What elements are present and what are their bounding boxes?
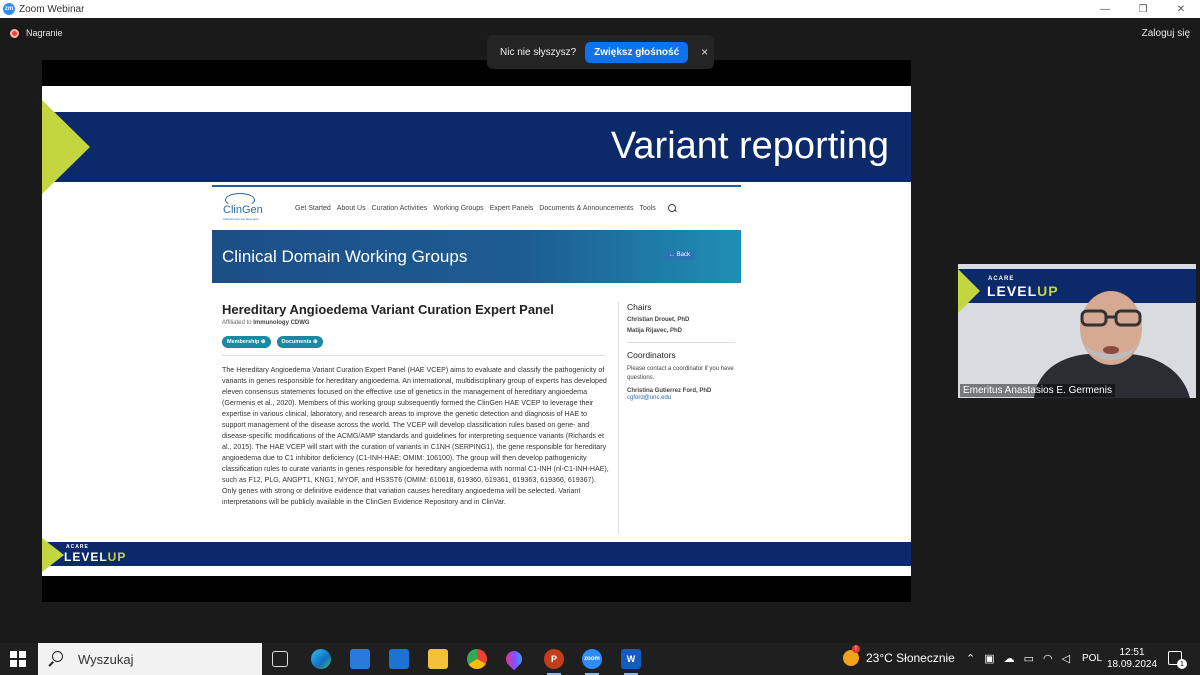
notification-badge: 1 [1177,659,1187,669]
device-icon[interactable]: ▣ [984,652,994,665]
search-placeholder: Wyszukaj [78,651,134,667]
notification-center-icon[interactable]: 1 [1168,651,1187,669]
back-button[interactable]: ← Back [664,250,696,260]
recording-indicator[interactable]: Nagranie [10,28,63,38]
footer-level-text: LEVEL [64,550,108,564]
system-tray: ⌃ ▣ ☁ ▭ ◠ ◁ [966,652,1079,665]
task-view-icon[interactable] [272,651,288,667]
chairs-heading: Chairs [627,302,652,312]
chevron-decoration-icon [958,269,980,313]
divider [222,355,605,356]
footer-levelup-logo: LEVELUP [64,550,126,564]
webpage-nav: ClinGen Clinical Genome Resource Get Sta… [212,187,741,229]
mail-icon[interactable] [389,649,409,669]
audio-notification-text: Nic nie słyszysz? [500,46,577,58]
chevron-decoration-icon [42,100,90,194]
chair-name: Christian Drouet, PhD [627,317,690,323]
powerpoint-icon[interactable]: P [544,649,564,669]
affiliation: Affiliated to Immunology CDWG [222,320,310,326]
logo-subtext: Clinical Genome Resource [223,217,259,221]
screen-share-area: Variant reporting ClinGen Clinical Genom… [42,60,911,602]
clock[interactable]: 12:51 18.09.2024 [1106,647,1158,671]
windows-start-icon[interactable] [10,651,26,667]
clock-time: 12:51 [1119,647,1145,658]
nav-item[interactable]: Documents & Announcements [539,205,633,212]
documents-button[interactable]: Documents ⊕ [276,336,323,348]
video-acare-text: ACARE [988,276,1015,282]
column-divider [618,301,619,533]
footer-up-text: UP [107,550,127,564]
zoom-app-icon: zm [3,3,15,15]
zoom-taskbar-icon[interactable]: zoom [582,649,602,669]
weather-widget[interactable]: ! 23°C Słonecznie [843,645,955,666]
speaker-icon[interactable]: ◁ [1062,652,1070,665]
cloud-icon[interactable]: ☁ [1004,652,1015,665]
participant-avatar [1034,291,1190,398]
coordinators-heading: Coordinators [627,350,676,360]
close-notification-icon[interactable]: × [701,45,708,59]
nav-item[interactable]: Tools [639,205,655,212]
webpage-hero: Clinical Domain Working Groups ← Back [212,230,741,283]
membership-button[interactable]: Membership ⊕ [222,336,271,348]
presentation-slide: Variant reporting ClinGen Clinical Genom… [42,86,911,576]
increase-volume-button[interactable]: Zwiększ głośność [585,41,689,63]
restore-button[interactable]: ❐ [1124,0,1162,18]
slide-footer-band: ACARE LEVELUP [42,542,911,566]
divider [627,342,735,343]
nav-item[interactable]: Expert Panels [490,205,534,212]
affiliation-prefix: Affiliated to [222,320,252,326]
window-titlebar: zm Zoom Webinar — ❐ ✕ [0,0,1200,18]
weather-alert-badge: ! [852,645,860,653]
nav-item[interactable]: Get Started [295,205,331,212]
clingen-webpage: ClinGen Clinical Genome Resource Get Sta… [212,185,741,533]
coordinators-note: Please contact a coordinator if you have… [627,366,734,381]
taskbar-search[interactable]: Wyszukaj [38,643,262,675]
participant-name-label: Emeritus Anastasios E. Germenis [960,384,1115,397]
store-icon[interactable] [350,649,370,669]
search-icon [48,651,64,667]
word-icon[interactable]: W [621,649,641,669]
weather-text: 23°C Słonecznie [866,651,955,665]
participant-video-tile[interactable]: ACARE LEVELUP Emeritus Anastasios E. Ger… [958,264,1196,398]
panel-pills: Membership ⊕ Documents ⊕ [222,336,329,348]
window-title: Zoom Webinar [19,3,85,15]
panel-description: The Hereditary Angioedema Variant Curati… [222,366,609,506]
nav-item[interactable]: Curation Activities [372,205,428,212]
nav-item[interactable]: About Us [337,205,366,212]
language-indicator[interactable]: POL [1082,653,1102,664]
nav-item[interactable]: Working Groups [433,205,483,212]
weather-sun-icon: ! [843,645,860,666]
recording-label: Nagranie [26,28,63,38]
coordinator-name: Christina Gutierrez Ford, PhD [627,388,712,394]
windows-taskbar: Wyszukaj P zoom W ! 23°C Słonecznie ⌃ ▣ … [0,643,1200,675]
chevron-decoration-icon [42,538,64,572]
minimize-button[interactable]: — [1086,0,1124,18]
slide-title: Variant reporting [610,125,889,167]
clock-date: 18.09.2024 [1106,659,1158,670]
audio-notification: Nic nie słyszysz? Zwiększ głośność × [487,35,714,69]
sign-in-link[interactable]: Zaloguj się [1142,28,1190,39]
file-explorer-icon[interactable] [428,649,448,669]
edge-icon[interactable] [311,649,331,669]
wifi-icon[interactable]: ◠ [1043,652,1053,665]
slide-header-band: Variant reporting [42,112,911,182]
chair-name: Matija Rijavec, PhD [627,328,683,334]
clingen-logo[interactable]: ClinGen Clinical Genome Resource [221,191,265,225]
paint-3d-icon[interactable] [502,647,526,671]
affiliation-link[interactable]: Immunology CDWG [253,320,309,326]
sidebar-info: Chairs Christian Drouet, PhD Matija Rija… [627,302,742,401]
hero-title: Clinical Domain Working Groups [222,247,468,266]
recording-icon [10,28,19,38]
chrome-icon[interactable] [467,649,487,669]
chevron-up-icon[interactable]: ⌃ [966,652,975,665]
coordinator-email-link[interactable]: cgford@unc.edu [627,395,742,401]
battery-icon[interactable]: ▭ [1024,652,1034,665]
logo-text: ClinGen [223,204,263,216]
nav-menu: Get Started About Us Curation Activities Wo… [295,205,662,212]
close-window-button[interactable]: ✕ [1162,0,1200,18]
panel-title: Hereditary Angioedema Variant Curation E… [222,302,554,317]
search-icon[interactable] [667,203,677,213]
